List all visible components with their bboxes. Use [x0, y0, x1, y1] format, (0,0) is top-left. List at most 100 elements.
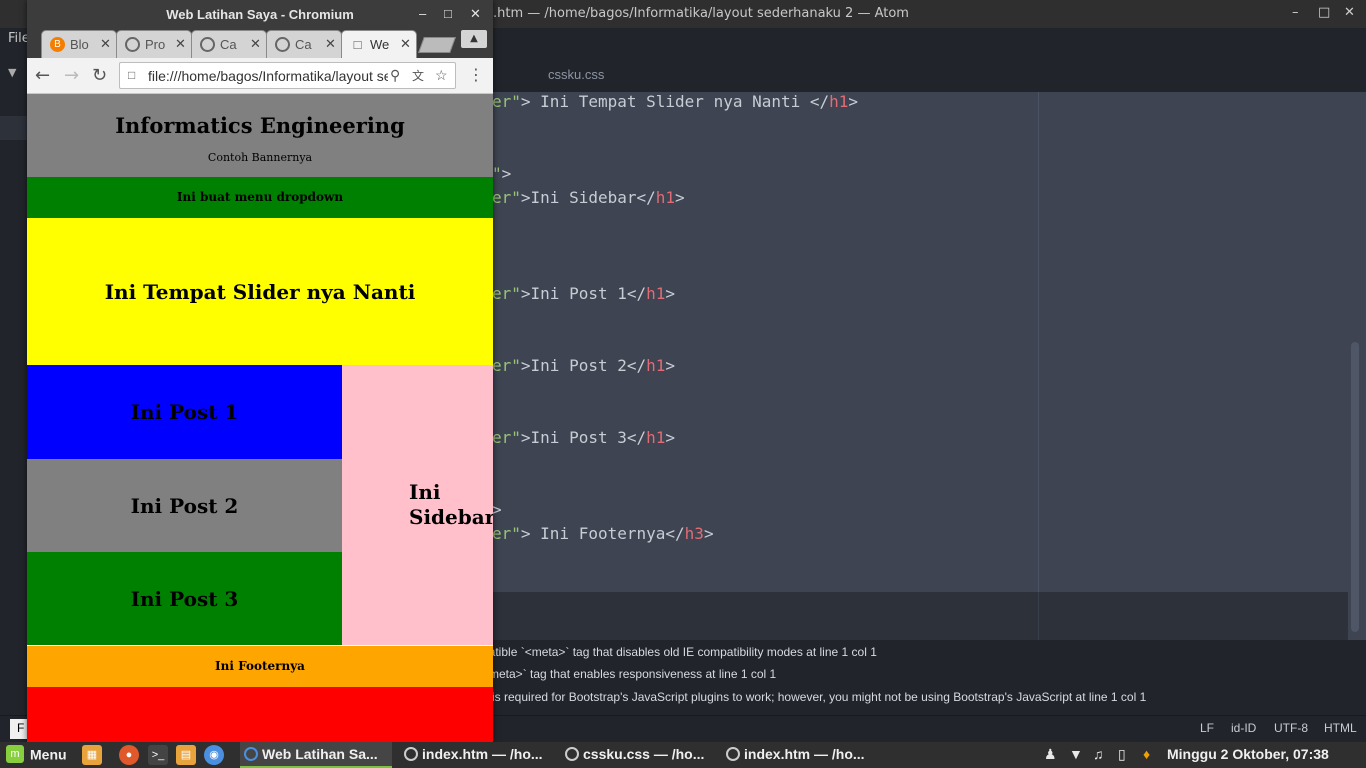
banner-subtitle: Contoh Bannernya — [207, 151, 313, 164]
tab-close-icon[interactable]: ✕ — [400, 36, 411, 52]
lint-message[interactable]: patible `<meta>` tag that disables old I… — [482, 645, 877, 659]
maximize-icon[interactable]: □ — [1318, 5, 1330, 20]
folder-icon[interactable]: ▤ — [176, 745, 196, 765]
reload-icon[interactable]: ↻ — [92, 65, 107, 86]
code-string: er" — [492, 92, 521, 111]
code-line: > — [492, 500, 502, 519]
post-2-title: Ini Post 2 — [130, 494, 239, 518]
address-bar[interactable]: □ file:///home/bagos/Informatika/layout … — [119, 62, 456, 89]
forward-icon[interactable]: → — [64, 65, 79, 86]
code-text: >Ini Post 2</ — [520, 356, 647, 375]
shield-icon[interactable]: ♦ — [1143, 746, 1150, 762]
tab-close-icon[interactable]: ✕ — [250, 36, 261, 52]
star-icon[interactable]: ☆ — [435, 67, 448, 84]
code-line: er">Ini Post 2</h1> — [492, 356, 675, 375]
tab-close-icon[interactable]: ✕ — [175, 36, 186, 52]
globe-icon — [275, 37, 290, 52]
taskbar-item-atom-index[interactable]: index.htm — /ho... — [400, 742, 556, 768]
browser-tab[interactable]: Ca ✕ — [191, 30, 267, 58]
globe-icon — [200, 37, 215, 52]
page-info-icon[interactable]: □ — [128, 68, 135, 82]
grammar-indicator[interactable]: HTML — [1324, 721, 1357, 735]
web-page-content: Informatics Engineering Contoh Bannernya… — [27, 94, 493, 742]
browser-tab[interactable]: Ca ✕ — [266, 30, 342, 58]
back-icon[interactable]: ← — [35, 65, 50, 86]
clock[interactable]: Minggu 2 Oktober, 07:38 — [1167, 746, 1329, 762]
battery-icon[interactable]: ▯ — [1118, 746, 1126, 763]
taskbar-item-chromium[interactable]: Web Latihan Sa... — [240, 742, 392, 768]
code-text: >Ini Post 3</ — [520, 428, 647, 447]
url-text[interactable]: file:///home/bagos/Informatika/layout se… — [148, 68, 388, 84]
post-2: Ini Post 2 — [27, 459, 342, 552]
tab-cssku[interactable]: cssku.css — [548, 67, 604, 82]
taskbar-item-atom-index-2[interactable]: index.htm — /ho... — [722, 742, 878, 768]
lint-message[interactable]: <meta>` tag that enables responsiveness … — [482, 667, 776, 681]
taskbar: m Menu ▦ ● >_ ▤ ◉ Web Latihan Sa... index… — [0, 742, 1366, 768]
maximize-icon[interactable]: □ — [444, 6, 452, 21]
code-string: er" — [492, 356, 521, 375]
start-menu-button[interactable]: m Menu — [6, 745, 67, 764]
code-line: er"> Ini Tempat Slider nya Nanti </h1> — [492, 92, 858, 111]
firefox-icon[interactable]: ● — [119, 745, 139, 765]
code-string: " — [492, 164, 502, 183]
lint-message[interactable]: h is required for Bootstrap's JavaScript… — [482, 690, 1146, 704]
bottom-block — [27, 687, 493, 742]
new-tab-button[interactable] — [418, 37, 456, 53]
code-tag: h1 — [655, 188, 676, 207]
taskbar-item-atom-cssku[interactable]: cssku.css — /ho... — [561, 742, 717, 768]
menu-text: Ini buat menu dropdown — [176, 190, 344, 204]
wifi-icon[interactable]: ▼ — [1069, 746, 1083, 762]
code-line: er">Ini Post 1</h1> — [492, 284, 675, 303]
page-icon: □ — [353, 37, 362, 52]
chevron-down-icon[interactable]: ▼ — [8, 66, 16, 79]
banner: Informatics Engineering Contoh Bannernya — [27, 94, 493, 177]
browser-tab-active[interactable]: □ We ✕ — [341, 30, 417, 58]
terminal-icon[interactable]: >_ — [148, 745, 168, 765]
translate-icon[interactable]: 文 — [412, 67, 424, 84]
menu-bar: Ini buat menu dropdown — [27, 177, 493, 218]
code-tag: h1 — [646, 284, 666, 303]
blogger-icon: B — [50, 37, 65, 52]
atom-icon — [565, 747, 579, 761]
volume-icon[interactable]: ♫ — [1093, 746, 1104, 762]
code-string: er" — [492, 188, 521, 207]
browser-toolbar: ← → ↻ □ file:///home/bagos/Informatika/l… — [27, 58, 493, 94]
atom-icon — [404, 747, 418, 761]
tab-close-icon[interactable]: ✕ — [325, 36, 336, 52]
footer-text: Ini Footernya — [215, 659, 305, 673]
task-label: index.htm — /ho... — [422, 746, 543, 762]
tab-close-icon[interactable]: ✕ — [100, 36, 111, 52]
profile-icon[interactable]: ▲ — [461, 30, 487, 48]
minimize-icon[interactable]: – — [1292, 5, 1299, 20]
code-line: er"> Ini Footernya</h3> — [492, 524, 714, 543]
encoding-indicator[interactable]: UTF-8 — [1274, 721, 1308, 735]
code-tag: h3 — [684, 524, 704, 543]
code-text: > — [665, 428, 676, 447]
sidebar: Ini Sidebar — [342, 365, 493, 645]
task-label: Web Latihan Sa... — [262, 746, 378, 762]
post-1-title: Ini Post 1 — [130, 400, 239, 424]
footer: Ini Footernya — [27, 646, 493, 687]
menu-icon[interactable]: ⋮ — [468, 65, 484, 84]
code-tag: h1 — [646, 428, 666, 447]
minimize-icon[interactable]: – — [419, 6, 426, 21]
code-text: >Ini Sidebar</ — [520, 188, 656, 207]
close-icon[interactable]: ✕ — [470, 6, 481, 22]
scrollbar-thumb[interactable] — [1351, 342, 1359, 632]
search-icon[interactable]: ⚲ — [390, 67, 400, 84]
editor-scrollbar[interactable] — [1348, 92, 1366, 640]
atom-icon — [726, 747, 740, 761]
chromium-window: Web Latihan Saya - Chromium – □ ✕ B Blo … — [27, 0, 493, 742]
tree-view-selected-row[interactable] — [0, 116, 28, 140]
files-launcher-icon[interactable]: ▦ — [82, 745, 102, 765]
user-icon[interactable]: ♟ — [1044, 746, 1057, 763]
chromium-icon[interactable]: ◉ — [204, 745, 224, 765]
line-ending-indicator[interactable]: LF — [1200, 721, 1214, 735]
browser-tab[interactable]: Pro ✕ — [116, 30, 192, 58]
code-text: > — [848, 92, 859, 111]
close-icon[interactable]: ✕ — [1344, 5, 1355, 20]
browser-tab[interactable]: B Blo ✕ — [41, 30, 117, 58]
globe-icon — [125, 37, 140, 52]
code-tag: h1 — [646, 356, 666, 375]
language-indicator[interactable]: id-ID — [1231, 721, 1256, 735]
